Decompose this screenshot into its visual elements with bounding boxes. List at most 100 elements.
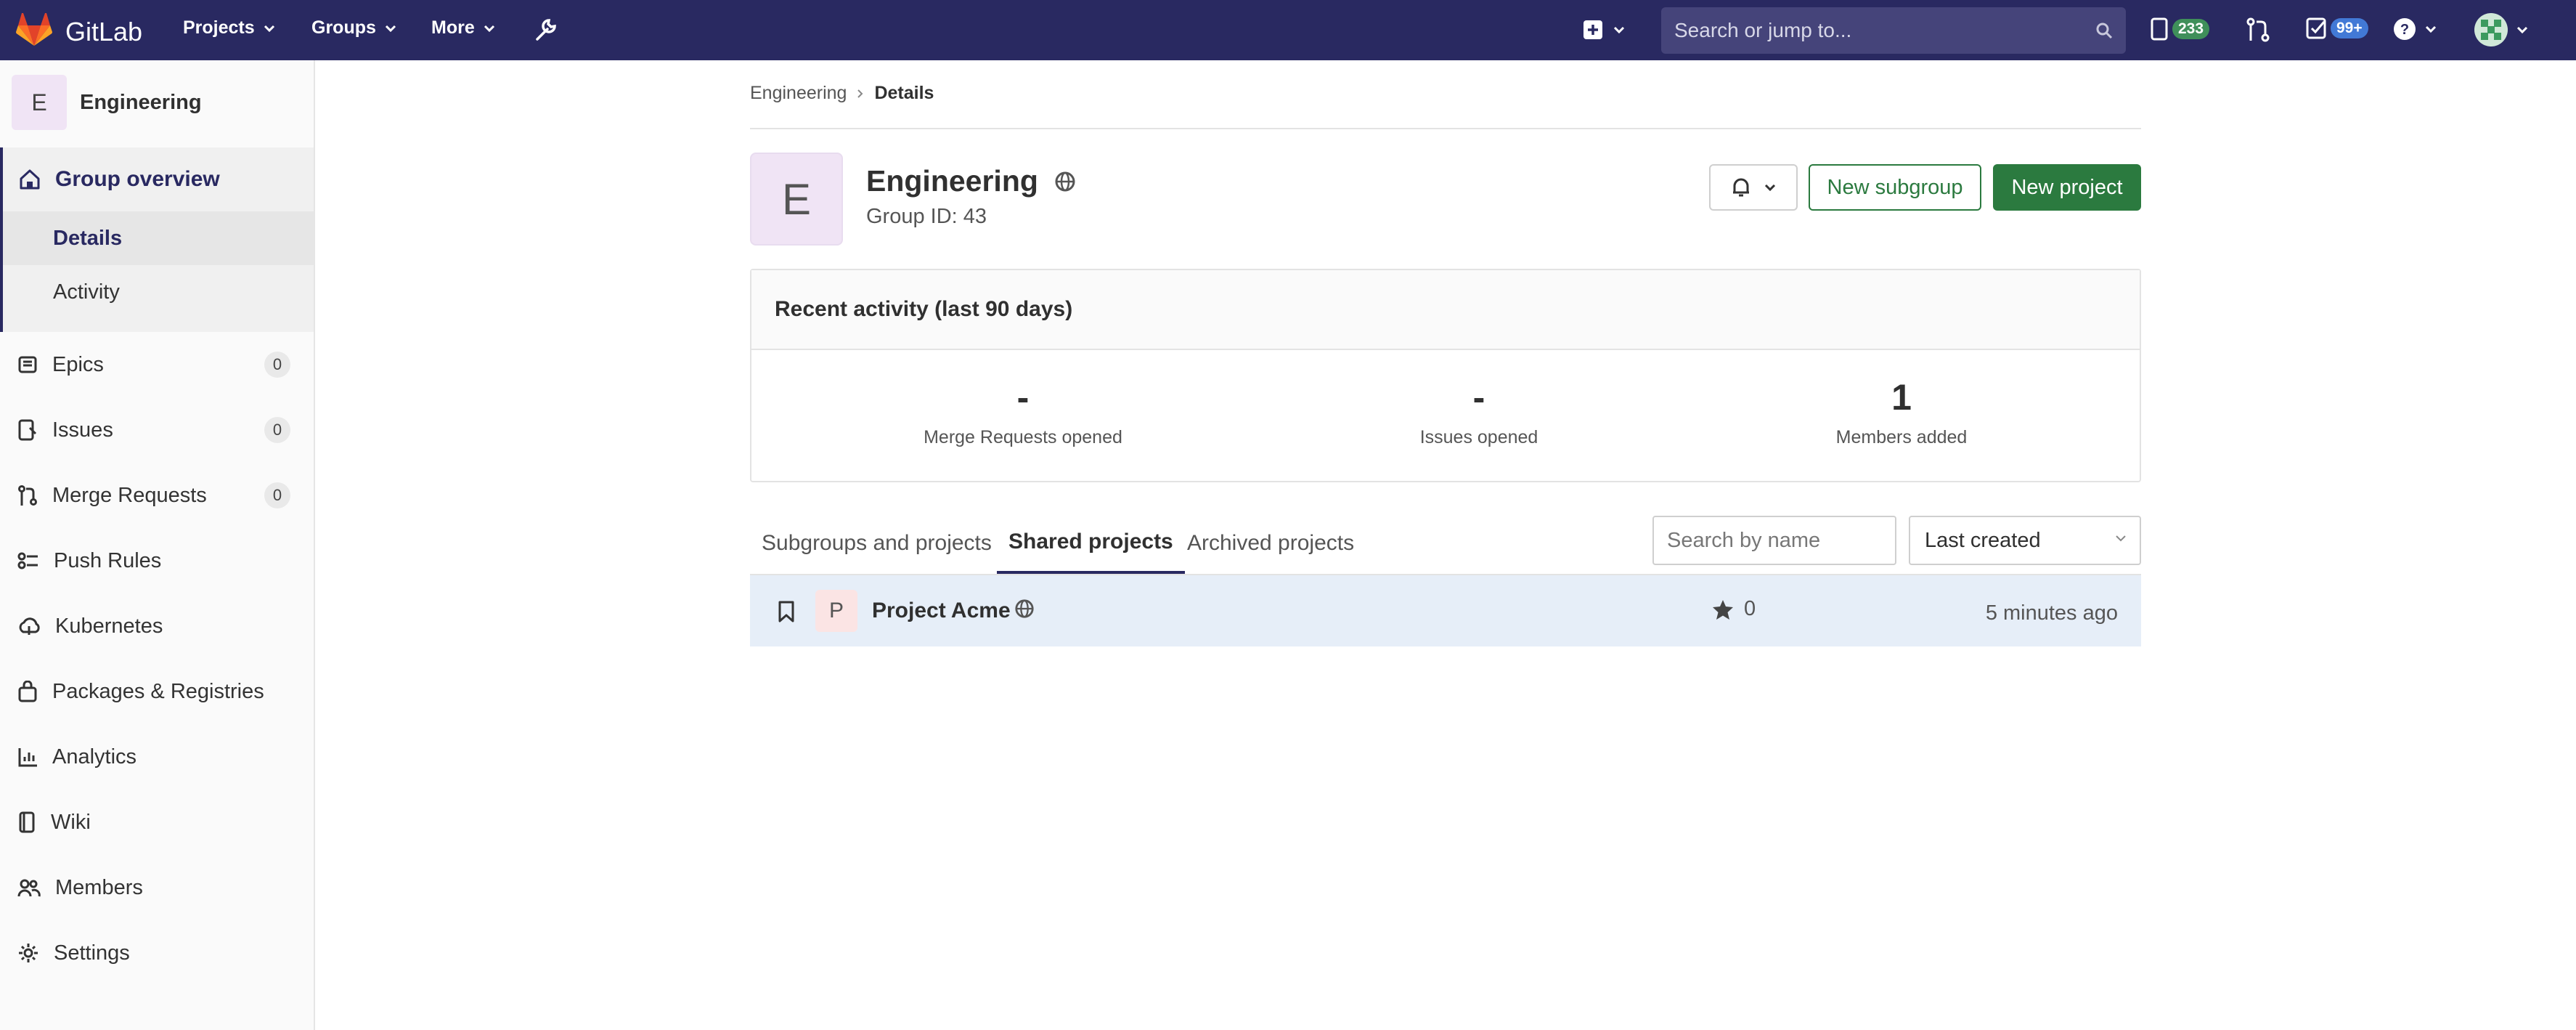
push-rules-icon: [17, 552, 38, 569]
top-navbar: GitLab Projects Groups More Search or ju…: [0, 0, 2576, 60]
todos-badge: 99+: [2331, 18, 2368, 38]
gitlab-logo[interactable]: GitLab: [16, 12, 142, 50]
create-new-dropdown[interactable]: [1583, 20, 1625, 40]
gear-icon: [19, 944, 38, 962]
bell-icon: [1733, 178, 1749, 197]
home-icon: [20, 169, 40, 190]
nav-projects-label: Projects: [183, 17, 255, 38]
stat-value: -: [1472, 377, 1485, 418]
sidebar-item-members[interactable]: Members: [0, 855, 314, 920]
project-row[interactable]: P Project Acme 0 5 minutes ago: [750, 575, 2141, 646]
breadcrumb: Engineering Details: [750, 83, 934, 104]
divider: [750, 128, 2141, 129]
admin-wrench-icon[interactable]: [533, 17, 558, 42]
chevron-down-icon: [385, 25, 396, 32]
chevron-down-icon: [264, 25, 274, 32]
tab-archived-projects[interactable]: Archived projects: [1175, 513, 1366, 574]
sidebar-item-push-rules[interactable]: Push Rules: [0, 528, 314, 593]
group-name: Engineering: [866, 164, 1038, 198]
sidebar-item-label: Packages & Registries: [52, 679, 264, 703]
sidebar-item-settings[interactable]: Settings: [0, 920, 314, 986]
sidebar-item-epics[interactable]: Epics 0: [0, 332, 314, 397]
sidebar-item-packages-registries[interactable]: Packages & Registries: [0, 659, 314, 724]
stat-members: 1 Members added: [1756, 379, 2047, 448]
filter-by-name-input[interactable]: Search by name: [1652, 516, 1896, 565]
chevron-down-icon: [2116, 535, 2126, 542]
chart-icon: [18, 748, 37, 767]
project-name-link[interactable]: Project Acme: [872, 599, 1011, 623]
sidebar-item-label: Wiki: [51, 810, 91, 834]
merge-request-icon: [18, 485, 37, 506]
sidebar-item-wiki[interactable]: Wiki: [0, 790, 314, 855]
user-menu[interactable]: [2474, 13, 2528, 46]
chevron-right-icon: [857, 83, 864, 104]
sidebar-item-label: Epics: [52, 352, 104, 376]
todos-counter[interactable]: 99+: [2306, 17, 2368, 39]
plus-square-icon: [1583, 20, 1602, 39]
users-icon: [17, 879, 41, 897]
stat-value: -: [1016, 377, 1030, 418]
sidebar-subitem-label: Activity: [53, 280, 120, 304]
project-avatar: P: [815, 590, 857, 632]
book-icon: [19, 811, 35, 833]
group-avatar: E: [750, 153, 843, 246]
nav-more-label: More: [431, 17, 475, 38]
nav-more[interactable]: More: [431, 17, 495, 38]
epic-icon: [18, 356, 37, 373]
recent-activity-title: Recent activity (last 90 days): [751, 270, 2140, 350]
stat-label: Members added: [1835, 427, 1968, 447]
sort-dropdown[interactable]: Last created: [1909, 516, 2141, 565]
help-icon: ?: [2394, 18, 2416, 40]
count-badge: 0: [264, 482, 290, 508]
star-count: 0: [1744, 597, 1756, 620]
project-updated-time: 5 minutes ago: [1985, 601, 2118, 625]
projects-tabs: Subgroups and projects Shared projects A…: [750, 513, 1658, 574]
tab-shared-projects[interactable]: Shared projects: [997, 513, 1185, 574]
search-icon: [2096, 23, 2113, 39]
search-input[interactable]: Search or jump to...: [1661, 7, 2126, 54]
sidebar-item-analytics[interactable]: Analytics: [0, 724, 314, 790]
nav-groups[interactable]: Groups: [311, 17, 396, 38]
merge-requests-icon[interactable]: [2246, 17, 2270, 42]
stat-label: Issues opened: [1419, 427, 1538, 447]
todo-check-icon: [2306, 17, 2326, 39]
sidebar-subitem-activity[interactable]: Activity: [3, 265, 314, 319]
new-subgroup-button[interactable]: New subgroup: [1809, 164, 1981, 211]
sidebar-item-group-overview[interactable]: Group overview: [3, 147, 314, 211]
issues-badge: 233: [2172, 19, 2210, 39]
sidebar-subitem-details[interactable]: Details: [3, 211, 314, 265]
sidebar-item-label: Merge Requests: [52, 483, 207, 507]
sort-selected-value: Last created: [1925, 528, 2041, 552]
svg-text:?: ?: [2400, 22, 2409, 38]
new-project-button[interactable]: New project: [1993, 164, 2141, 211]
sidebar-context-name: Engineering: [80, 90, 202, 114]
sidebar-item-merge-requests[interactable]: Merge Requests 0: [0, 463, 314, 528]
help-dropdown[interactable]: ?: [2393, 17, 2437, 41]
sidebar-item-kubernetes[interactable]: Kubernetes: [0, 593, 314, 659]
issues-counter[interactable]: 233: [2151, 17, 2210, 41]
group-avatar-small: E: [12, 75, 67, 130]
nav-projects[interactable]: Projects: [183, 17, 275, 38]
notification-settings-dropdown[interactable]: [1709, 164, 1798, 211]
nav-groups-label: Groups: [311, 17, 376, 38]
breadcrumb-current[interactable]: Details: [874, 83, 934, 104]
sidebar-context-header[interactable]: E Engineering: [12, 75, 202, 130]
count-badge: 0: [264, 417, 290, 443]
sidebar-item-issues[interactable]: Issues 0: [0, 397, 314, 463]
tab-subgroups-and-projects[interactable]: Subgroups and projects: [750, 513, 1003, 574]
sidebar-subitem-label: Details: [53, 226, 123, 250]
package-icon: [18, 681, 37, 702]
stat-merge-requests: - Merge Requests opened: [878, 379, 1168, 448]
sidebar-item-label: Kubernetes: [55, 614, 163, 638]
count-badge: 0: [264, 352, 290, 378]
project-stars[interactable]: 0: [1712, 597, 1756, 621]
issues-icon: [18, 419, 37, 441]
avatar: [2474, 13, 2508, 46]
chevron-down-icon: [2425, 25, 2437, 33]
sidebar-item-label: Analytics: [52, 745, 137, 769]
breadcrumb-link-engineering[interactable]: Engineering: [750, 83, 847, 104]
cloud-icon: [19, 617, 40, 635]
sidebar: E Engineering Group overview Details Act…: [0, 60, 315, 1030]
sidebar-section-group-overview: Group overview Details Activity: [0, 147, 314, 332]
sidebar-item-label: Group overview: [55, 167, 220, 191]
